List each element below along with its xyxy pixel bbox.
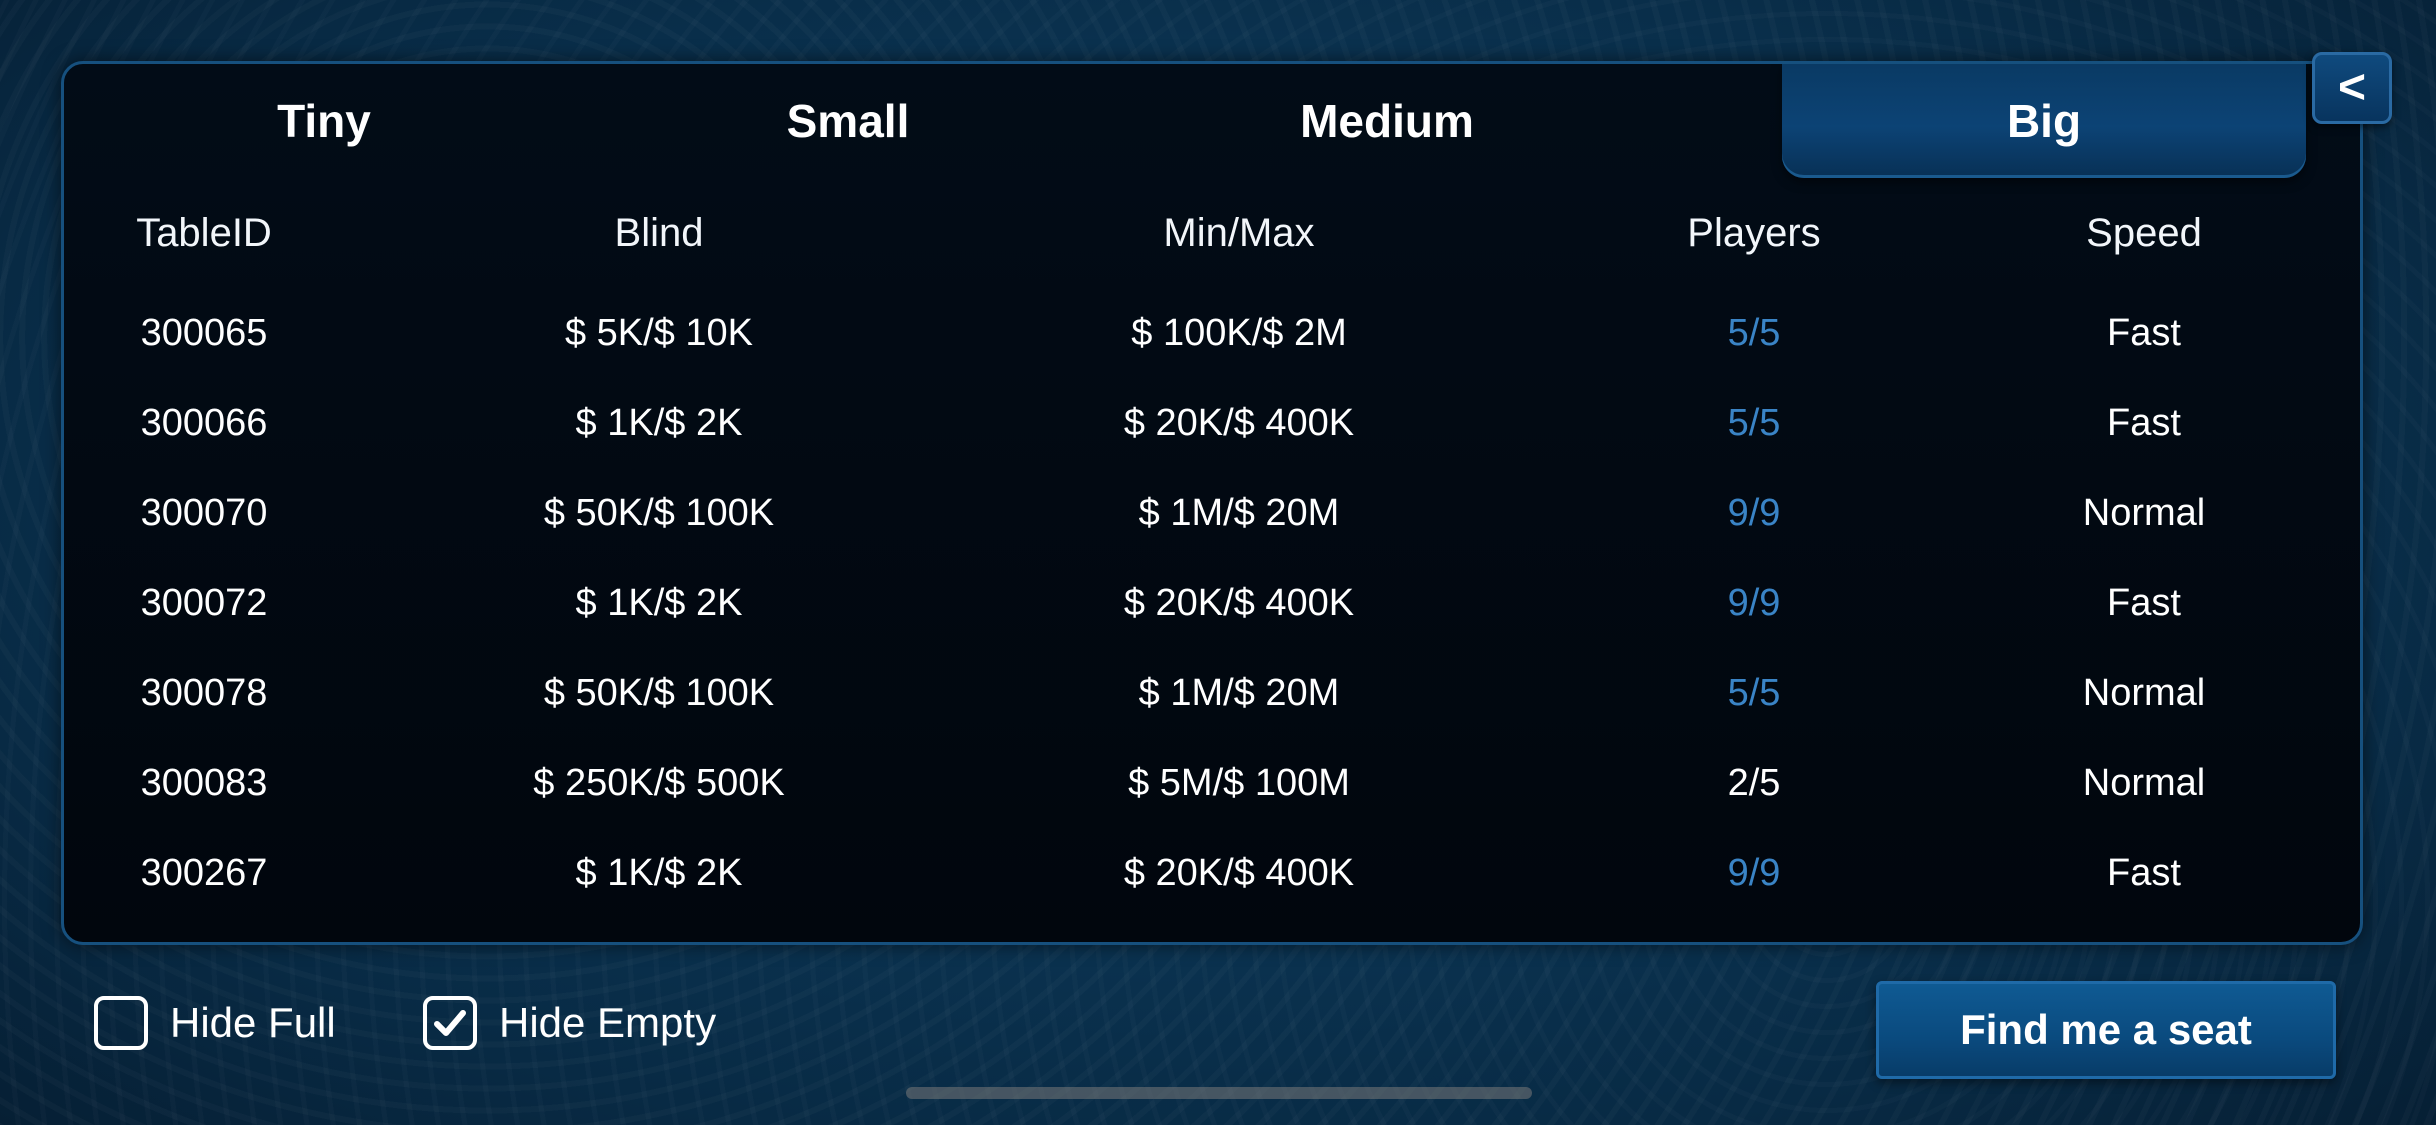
cell-table-id: 300065: [140, 311, 268, 354]
home-indicator: [906, 1087, 1532, 1099]
chevron-left-icon: <: [2337, 61, 2367, 114]
hide-full-box[interactable]: [94, 996, 148, 1050]
cell-blind: $ 1K/$ 2K: [575, 851, 743, 894]
cell-players: 9/9: [1727, 581, 1781, 624]
column-header-speed: Speed: [2086, 210, 2202, 255]
cell-blind: $ 1K/$ 2K: [575, 581, 743, 624]
cell-table-id: 300070: [140, 491, 268, 534]
cell-blind: $ 5K/$ 10K: [564, 311, 754, 354]
find-seat-button[interactable]: Find me a seat: [1876, 981, 2336, 1079]
cell-table-id: 300083: [140, 761, 268, 804]
table-row[interactable]: 300070 $ 50K/$ 100K $ 1M/$ 20M 9/9 Normal: [64, 468, 2360, 558]
cell-speed: Normal: [2082, 671, 2206, 714]
cell-players: 5/5: [1727, 671, 1781, 714]
cell-min-max: $ 20K/$ 400K: [1123, 401, 1355, 444]
cell-players: 5/5: [1727, 401, 1781, 444]
column-header-minmax: Min/Max: [1163, 210, 1315, 255]
table-list: TableID Blind Min/Max Players Speed 3000…: [64, 178, 2360, 918]
cell-speed: Fast: [2107, 311, 2181, 354]
back-button[interactable]: <: [2312, 52, 2392, 124]
cell-players: 5/5: [1727, 311, 1781, 354]
hide-empty-box[interactable]: [423, 996, 477, 1050]
cell-speed: Normal: [2082, 761, 2206, 804]
cell-table-id: 300066: [140, 401, 268, 444]
table-row[interactable]: 300065 $ 5K/$ 10K $ 100K/$ 2M 5/5 Fast: [64, 288, 2360, 378]
cell-table-id: 300072: [140, 581, 268, 624]
hide-empty-label: Hide Empty: [499, 999, 717, 1046]
cell-blind: $ 1K/$ 2K: [575, 401, 743, 444]
cell-min-max: $ 5M/$ 100M: [1128, 761, 1350, 804]
table-row[interactable]: 300066 $ 1K/$ 2K $ 20K/$ 400K 5/5 Fast: [64, 378, 2360, 468]
table-header-row: TableID Blind Min/Max Players Speed: [64, 178, 2360, 288]
cell-min-max: $ 20K/$ 400K: [1123, 851, 1355, 894]
stakes-tabs: Tiny Small Medium Big: [64, 64, 2360, 178]
hide-empty-checkbox[interactable]: Hide Empty: [423, 990, 716, 1056]
cell-players: 9/9: [1727, 491, 1781, 534]
cell-players: 2/5: [1727, 761, 1781, 804]
cell-blind: $ 50K/$ 100K: [543, 491, 775, 534]
cell-min-max: $ 1M/$ 20M: [1138, 671, 1340, 714]
column-header-tableid: TableID: [136, 210, 272, 255]
tab-small[interactable]: Small: [584, 64, 1112, 178]
partially-visible-row: ·: [64, 918, 2360, 942]
cell-speed: Normal: [2082, 491, 2206, 534]
hide-full-label: Hide Full: [170, 999, 336, 1046]
cell-speed: Fast: [2107, 401, 2181, 444]
cell-min-max: $ 1M/$ 20M: [1138, 491, 1340, 534]
column-header-players: Players: [1687, 210, 1821, 255]
tab-medium[interactable]: Medium: [1112, 64, 1662, 178]
cell-min-max: $ 20K/$ 400K: [1123, 581, 1355, 624]
cell-speed: Fast: [2107, 581, 2181, 624]
cell-table-id: 300078: [140, 671, 268, 714]
checkmark-icon: [434, 1010, 466, 1036]
table-lobby-panel: Tiny Small Medium Big TableID Blind Min/…: [61, 61, 2363, 945]
tab-tiny[interactable]: Tiny: [64, 64, 584, 178]
cell-speed: Fast: [2107, 851, 2181, 894]
hide-full-checkbox[interactable]: Hide Full: [94, 990, 336, 1056]
table-row[interactable]: 300078 $ 50K/$ 100K $ 1M/$ 20M 5/5 Normal: [64, 648, 2360, 738]
column-header-blind: Blind: [614, 210, 704, 255]
cell-players: 9/9: [1727, 851, 1781, 894]
table-row[interactable]: 300072 $ 1K/$ 2K $ 20K/$ 400K 9/9 Fast: [64, 558, 2360, 648]
cell-blind: $ 50K/$ 100K: [543, 671, 775, 714]
cell-blind: $ 250K/$ 500K: [533, 761, 785, 804]
cell-min-max: $ 100K/$ 2M: [1131, 311, 1347, 354]
cell-table-id: 300267: [140, 851, 268, 894]
table-row[interactable]: 300083 $ 250K/$ 500K $ 5M/$ 100M 2/5 Normal: [64, 738, 2360, 828]
partial-text: ·: [604, 926, 617, 942]
table-row[interactable]: 300267 $ 1K/$ 2K $ 20K/$ 400K 9/9 Fast: [64, 828, 2360, 918]
tab-big[interactable]: Big: [1782, 64, 2306, 178]
